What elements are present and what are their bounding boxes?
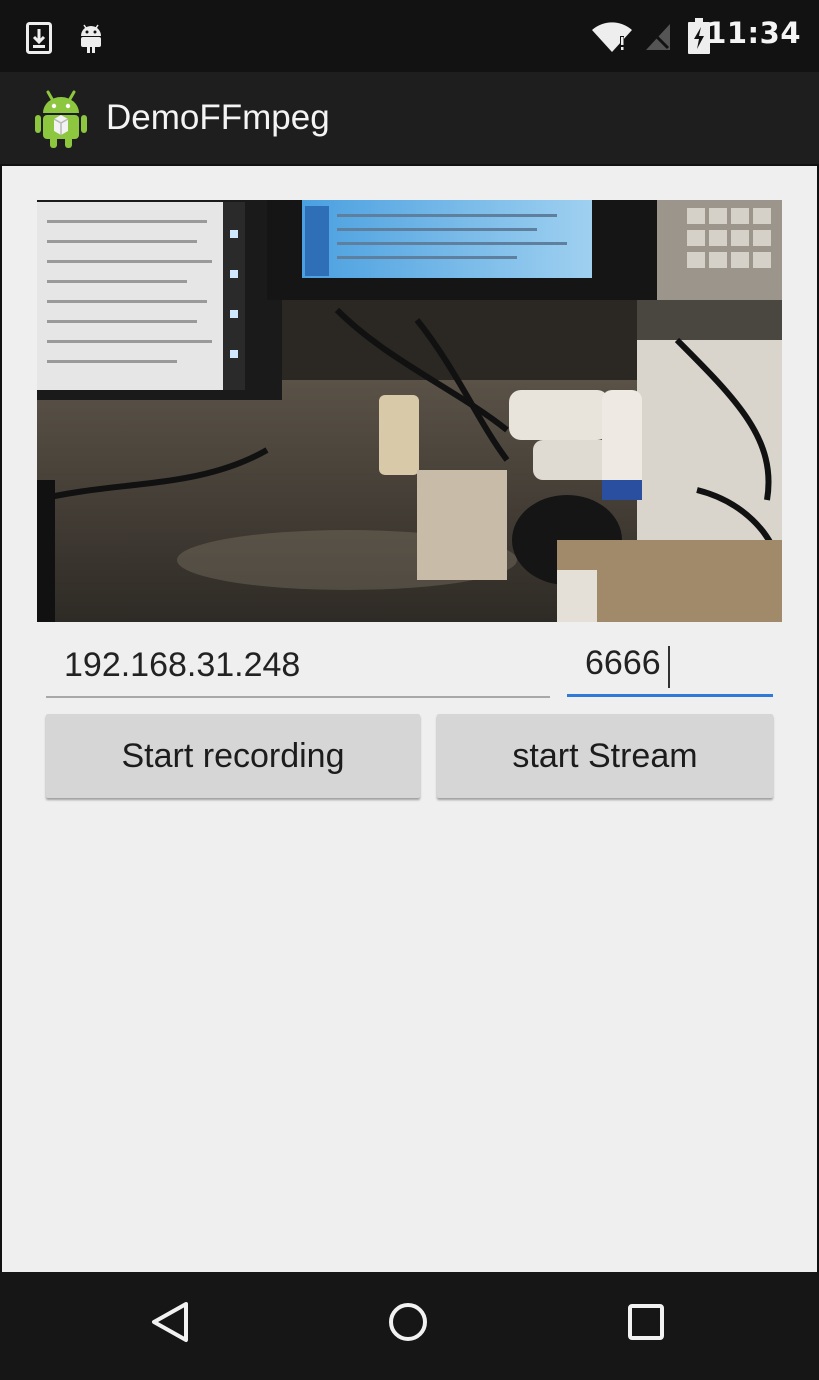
- status-bar: 11:34: [0, 0, 819, 72]
- back-icon[interactable]: [148, 1300, 192, 1348]
- app-title: DemoFFmpeg: [106, 98, 330, 137]
- text-cursor: [668, 646, 670, 688]
- ip-address-value: 192.168.31.248: [64, 646, 301, 684]
- no-signal-icon: [644, 22, 672, 56]
- port-field[interactable]: 6666: [567, 644, 773, 697]
- main-content: 192.168.31.248 6666 Start recording star…: [2, 166, 817, 1272]
- wifi-icon: [590, 22, 634, 56]
- action-bar: DemoFFmpeg: [0, 72, 819, 164]
- android-debug-icon: [78, 22, 104, 58]
- start-stream-button[interactable]: start Stream: [437, 714, 773, 798]
- navigation-bar: [0, 1272, 819, 1380]
- ip-address-field[interactable]: 192.168.31.248: [46, 644, 550, 698]
- home-icon[interactable]: [386, 1300, 430, 1348]
- camera-preview[interactable]: [37, 200, 782, 622]
- phone-screen: 11:34 DemoFFmpeg 192.168.31.248 6666 Sta…: [0, 0, 819, 1380]
- android-app-icon: [34, 86, 88, 154]
- status-time: 11:34: [706, 16, 801, 50]
- port-value: 6666: [585, 644, 661, 682]
- start-recording-button[interactable]: Start recording: [46, 714, 420, 798]
- recents-icon[interactable]: [626, 1302, 666, 1346]
- download-icon: [26, 22, 52, 58]
